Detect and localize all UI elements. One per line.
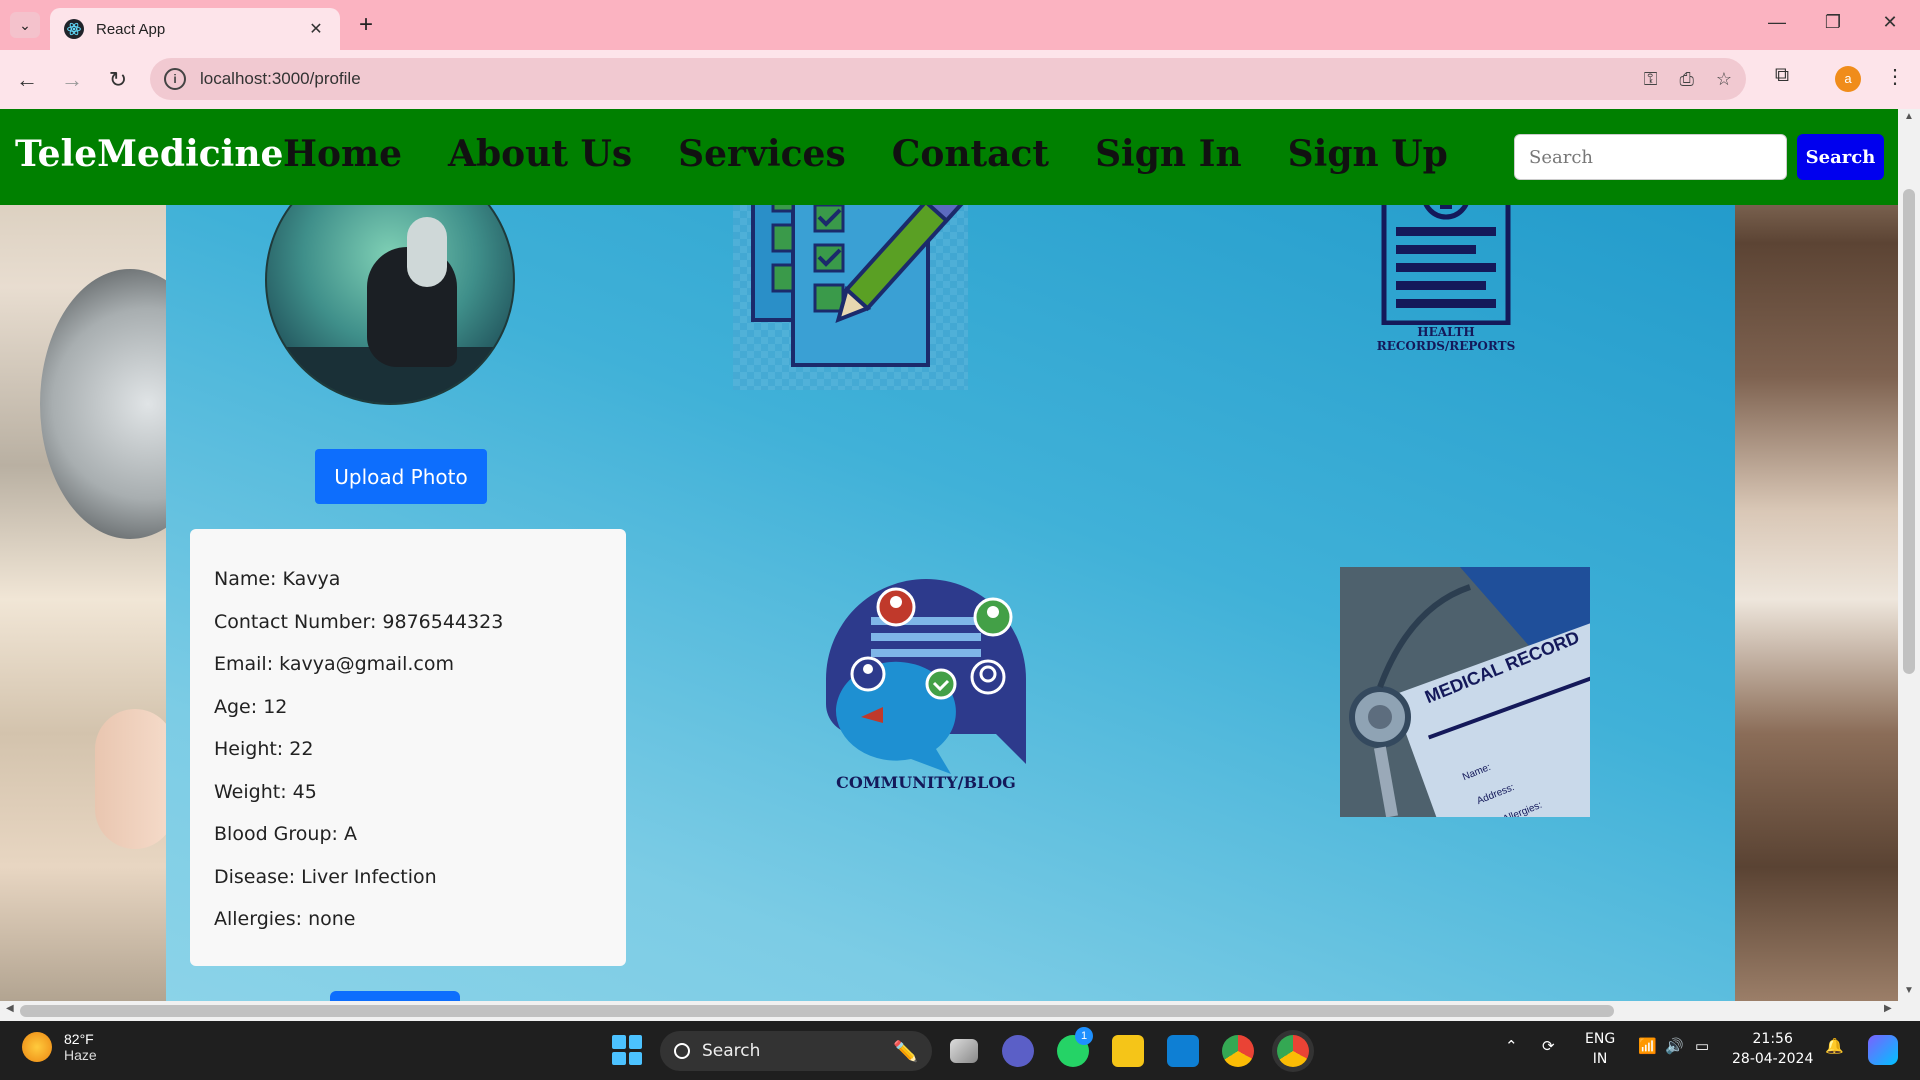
haze-weather-icon <box>22 1032 52 1062</box>
health-records-caption-1: HEALTH <box>1417 325 1475 339</box>
weather-temp: 82°F <box>64 1031 94 1047</box>
clock-time: 21:56 <box>1752 1031 1793 1047</box>
browser-toolbar: ← → ↻ i localhost:3000/profile ⚿ ⎙ ☆ ⧉ a… <box>0 50 1920 109</box>
browser-tab-strip: ⌄ React App ✕ + — ❐ ✕ <box>0 0 1920 50</box>
clock-date: 28-04-2024 <box>1732 1051 1814 1067</box>
upload-photo-button[interactable]: Upload Photo <box>315 449 487 504</box>
sync-icon[interactable]: ⟳ <box>1542 1037 1555 1055</box>
new-tab-icon[interactable]: + <box>354 12 378 38</box>
back-icon[interactable]: ← <box>12 65 42 95</box>
tab-title: React App <box>96 20 166 38</box>
scroll-left-icon[interactable]: ◀ <box>6 1003 14 1014</box>
profile-name: Name: Kavya <box>214 568 341 590</box>
clock[interactable]: 21:56 28-04-2024 <box>1732 1029 1813 1069</box>
site-navbar: TeleMedicine Home About Us Services Cont… <box>0 109 1898 205</box>
profile-email: Email: kavya@gmail.com <box>214 653 454 675</box>
teams-chat-icon[interactable] <box>1002 1035 1034 1067</box>
browser-tab[interactable]: React App ✕ <box>50 8 340 50</box>
vertical-scroll-thumb[interactable] <box>1903 189 1915 674</box>
community-chat-icon <box>826 579 1026 774</box>
background-image-right <box>1735 109 1898 1001</box>
site-info-icon[interactable]: i <box>164 68 186 90</box>
health-records-caption-2: RECORDS/REPORTS <box>1376 339 1516 353</box>
tab-search-button[interactable]: ⌄ <box>10 12 40 38</box>
site-search-input[interactable] <box>1514 134 1787 180</box>
horizontal-scrollbar[interactable]: ◀ ▶ <box>0 1001 1920 1021</box>
file-explorer-icon[interactable] <box>1112 1035 1144 1067</box>
url-text: localhost:3000/profile <box>200 69 361 88</box>
key-icon[interactable]: ⚿ <box>1644 69 1658 90</box>
background-image-left <box>0 109 220 1001</box>
search-highlight-icon: ✏️ <box>893 1040 918 1063</box>
scroll-down-icon[interactable]: ▼ <box>1898 985 1920 996</box>
notification-bell-icon[interactable]: 🔔 <box>1825 1037 1844 1055</box>
nav-services[interactable]: Services <box>678 133 846 175</box>
lang-region: IN <box>1592 1051 1608 1067</box>
forward-icon[interactable]: → <box>57 65 87 95</box>
profile-allergies: Allergies: none <box>214 908 356 930</box>
nav-contact[interactable]: Contact <box>892 133 1049 175</box>
taskbar-search[interactable]: Search ✏️ <box>660 1031 932 1071</box>
search-icon <box>674 1043 690 1059</box>
profile-height: Height: 22 <box>214 738 314 760</box>
extensions-icon[interactable]: ⧉ <box>1767 64 1797 87</box>
nav-about-us[interactable]: About Us <box>448 133 632 175</box>
lang-code: ENG <box>1585 1031 1616 1047</box>
profile-blood-group: Blood Group: A <box>214 823 357 845</box>
hand-image <box>95 709 175 849</box>
volume-icon[interactable]: 🔊 <box>1665 1037 1684 1055</box>
battery-icon[interactable]: ▭ <box>1695 1037 1709 1055</box>
profile-weight: Weight: 45 <box>214 780 317 803</box>
page-viewport: Upload Photo Name: Kavya Contact Number:… <box>0 109 1898 1001</box>
site-search-button[interactable]: Search <box>1797 134 1884 180</box>
install-app-icon[interactable]: ⎙ <box>1679 69 1693 90</box>
scroll-right-icon[interactable]: ▶ <box>1884 1003 1892 1014</box>
restore-icon[interactable]: ❐ <box>1818 12 1848 33</box>
weather-desc: Haze <box>64 1047 97 1063</box>
main-content: Upload Photo Name: Kavya Contact Number:… <box>166 109 1735 1001</box>
vertical-scrollbar[interactable]: ▲ ▼ <box>1898 109 1920 1001</box>
reload-icon[interactable]: ↻ <box>103 65 133 95</box>
nav-sign-in[interactable]: Sign In <box>1095 133 1242 175</box>
vscode-icon[interactable] <box>1167 1035 1199 1067</box>
scroll-up-icon[interactable]: ▲ <box>1898 111 1920 122</box>
windows-taskbar: 82°F Haze Search ✏️ 1 ⌃ ⟳ ENG IN 📶 🔊 ▭ 2… <box>0 1021 1920 1080</box>
community-caption: COMMUNITY/BLOG <box>836 773 1016 792</box>
bookmark-star-icon[interactable]: ☆ <box>1716 69 1732 90</box>
site-brand[interactable]: TeleMedicine <box>15 133 283 175</box>
nav-home[interactable]: Home <box>283 133 402 175</box>
taskbar-search-label: Search <box>702 1041 761 1061</box>
profile-disease: Disease: Liver Infection <box>214 865 437 888</box>
show-hidden-icons[interactable]: ⌃ <box>1505 1037 1518 1055</box>
windows-start-icon[interactable] <box>612 1035 642 1065</box>
nav-sign-up[interactable]: Sign Up <box>1288 133 1448 175</box>
horizontal-scroll-thumb[interactable] <box>20 1005 1614 1017</box>
whatsapp-icon[interactable]: 1 <box>1057 1027 1093 1067</box>
task-view-icon[interactable] <box>950 1039 978 1063</box>
react-favicon-icon <box>64 19 84 39</box>
minimize-icon[interactable]: — <box>1762 12 1792 33</box>
profile-avatar[interactable]: a <box>1835 66 1861 92</box>
wifi-icon[interactable]: 📶 <box>1638 1037 1657 1055</box>
copilot-icon[interactable] <box>1868 1035 1898 1065</box>
close-tab-icon[interactable]: ✕ <box>306 19 326 39</box>
whatsapp-badge: 1 <box>1075 1027 1093 1045</box>
nav-links: Home About Us Services Contact Sign In S… <box>283 133 1494 175</box>
chrome-icon[interactable] <box>1222 1035 1254 1067</box>
community-blog-tile[interactable]: COMMUNITY/BLOG <box>806 569 1046 809</box>
weather-widget[interactable]: 82°F Haze <box>22 1031 97 1063</box>
close-window-icon[interactable]: ✕ <box>1875 12 1905 33</box>
profile-age: Age: 12 <box>214 695 288 718</box>
medical-record-tile[interactable]: MEDICAL RECORD Name: Address: Allergies: <box>1340 567 1590 817</box>
language-indicator[interactable]: ENG IN <box>1585 1029 1615 1069</box>
menu-kebab-icon[interactable]: ⋮ <box>1880 64 1910 89</box>
profile-contact: Contact Number: 9876544323 <box>214 610 504 633</box>
chrome-profile-icon[interactable] <box>1277 1035 1309 1067</box>
address-bar[interactable]: i localhost:3000/profile ⚿ ⎙ ☆ <box>150 58 1746 100</box>
profile-details-card: Name: Kavya Contact Number: 9876544323 E… <box>190 529 626 966</box>
edit-profile-button[interactable] <box>330 991 460 1001</box>
